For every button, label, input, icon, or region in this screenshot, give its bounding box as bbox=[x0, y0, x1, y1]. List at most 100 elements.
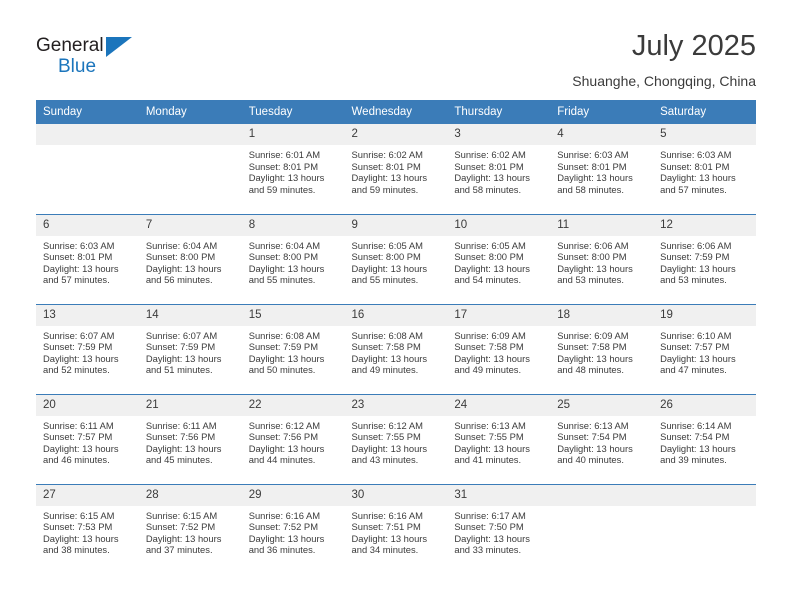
calendar-day-cell[interactable]: 28 Sunrise: 6:15 AM Sunset: 7:52 PM Dayligh… bbox=[138, 483, 242, 574]
daylight-text: Daylight: 13 hours and 57 minutes. bbox=[660, 172, 736, 195]
calendar-day-cell[interactable]: 23 Sunrise: 6:12 AM Sunset: 7:55 PM Dayligh… bbox=[344, 393, 448, 484]
calendar-day-cell[interactable]: 8 Sunrise: 6:04 AM Sunset: 8:00 PM Daylight… bbox=[241, 213, 345, 304]
day-details: Sunrise: 6:17 AM Sunset: 7:50 PM Daylight:… bbox=[447, 506, 550, 556]
calendar-day-cell[interactable]: 18 Sunrise: 6:09 AM Sunset: 7:58 PM Dayligh… bbox=[550, 303, 654, 394]
sunrise-text: Sunrise: 6:09 AM bbox=[557, 329, 629, 341]
daylight-text: Daylight: 13 hours and 36 minutes. bbox=[248, 532, 325, 556]
daylight-text: Daylight: 13 hours and 58 minutes. bbox=[557, 172, 633, 195]
calendar-day-cell[interactable]: 10 Sunrise: 6:05 AM Sunset: 8:00 PM Dayligh… bbox=[447, 213, 551, 304]
sunrise-text: Sunrise: 6:14 AM bbox=[660, 419, 732, 431]
calendar-day-cell[interactable]: 19 Sunrise: 6:10 AM Sunset: 7:57 PM Dayligh… bbox=[653, 303, 756, 394]
daylight-text: Daylight: 13 hours and 53 minutes. bbox=[660, 262, 736, 286]
sunset-text: Sunset: 8:00 PM bbox=[248, 251, 318, 263]
calendar-empty-cell bbox=[36, 124, 139, 214]
calendar-day-cell[interactable]: 24 Sunrise: 6:13 AM Sunset: 7:55 PM Dayligh… bbox=[447, 393, 551, 484]
daylight-text: Daylight: 13 hours and 59 minutes. bbox=[351, 172, 428, 195]
daylight-text: Daylight: 13 hours and 59 minutes. bbox=[248, 172, 325, 195]
calendar-day-cell[interactable]: 31 Sunrise: 6:17 AM Sunset: 7:50 PM Dayligh… bbox=[447, 483, 551, 574]
day-details: Sunrise: 6:04 AM Sunset: 8:00 PM Daylight:… bbox=[242, 236, 345, 286]
daylight-text: Daylight: 13 hours and 38 minutes. bbox=[43, 532, 119, 556]
calendar-week-row: 6 Sunrise: 6:03 AM Sunset: 8:01 PM Daylight… bbox=[36, 213, 756, 304]
calendar-empty-cell bbox=[550, 483, 654, 574]
calendar-empty-cell bbox=[138, 124, 242, 214]
day-number: 3 bbox=[447, 124, 551, 145]
calendar-week-row: 20 Sunrise: 6:11 AM Sunset: 7:57 PM Dayligh… bbox=[36, 393, 756, 484]
calendar-day-cell[interactable]: 9 Sunrise: 6:05 AM Sunset: 8:00 PM Daylight… bbox=[344, 213, 448, 304]
day-details: Sunrise: 6:11 AM Sunset: 7:57 PM Daylight:… bbox=[36, 416, 139, 466]
calendar-day-cell[interactable]: 12 Sunrise: 6:06 AM Sunset: 7:59 PM Dayligh… bbox=[653, 213, 756, 304]
daylight-text: Daylight: 13 hours and 46 minutes. bbox=[43, 442, 119, 466]
logo-text-blue: Blue bbox=[58, 56, 97, 77]
day-details: Sunrise: 6:10 AM Sunset: 7:57 PM Daylight:… bbox=[653, 326, 756, 376]
day-details: Sunrise: 6:05 AM Sunset: 8:00 PM Daylight:… bbox=[447, 236, 550, 286]
sunrise-text: Sunrise: 6:16 AM bbox=[248, 509, 321, 521]
day-number bbox=[550, 484, 654, 506]
calendar-day-cell[interactable]: 21 Sunrise: 6:11 AM Sunset: 7:56 PM Dayligh… bbox=[138, 393, 242, 484]
calendar-day-cell[interactable]: 16 Sunrise: 6:08 AM Sunset: 7:58 PM Dayligh… bbox=[344, 303, 448, 394]
calendar-day-cell[interactable]: 3 Sunrise: 6:02 AM Sunset: 8:01 PM Daylight… bbox=[447, 124, 551, 214]
sunset-text: Sunset: 8:00 PM bbox=[351, 251, 421, 263]
calendar-day-cell[interactable]: 13 Sunrise: 6:07 AM Sunset: 7:59 PM Dayligh… bbox=[36, 303, 139, 394]
day-number: 29 bbox=[241, 484, 345, 506]
day-number: 10 bbox=[447, 214, 551, 236]
page-subtitle: Shuanghe, Chongqing, China bbox=[572, 73, 756, 89]
calendar-day-cell[interactable]: 26 Sunrise: 6:14 AM Sunset: 7:54 PM Dayligh… bbox=[653, 393, 756, 484]
day-details: Sunrise: 6:09 AM Sunset: 7:58 PM Daylight:… bbox=[447, 326, 550, 376]
sunset-text: Sunset: 8:01 PM bbox=[43, 251, 113, 263]
sunset-text: Sunset: 7:50 PM bbox=[454, 521, 524, 533]
daylight-text: Daylight: 13 hours and 39 minutes. bbox=[660, 442, 736, 466]
calendar-day-cell[interactable]: 22 Sunrise: 6:12 AM Sunset: 7:56 PM Dayligh… bbox=[241, 393, 345, 484]
calendar-day-cell[interactable]: 6 Sunrise: 6:03 AM Sunset: 8:01 PM Daylight… bbox=[36, 213, 139, 304]
day-number: 15 bbox=[241, 304, 345, 326]
sunrise-text: Sunrise: 6:04 AM bbox=[248, 239, 321, 251]
sunset-text: Sunset: 7:52 PM bbox=[145, 521, 216, 533]
weekday-header-saturday: Saturday bbox=[653, 100, 756, 124]
sunrise-text: Sunrise: 6:09 AM bbox=[454, 329, 526, 341]
day-number: 2 bbox=[344, 124, 448, 145]
day-number bbox=[653, 484, 756, 506]
sunset-text: Sunset: 7:55 PM bbox=[454, 431, 524, 443]
sunset-text: Sunset: 8:00 PM bbox=[557, 251, 627, 263]
calendar-day-cell[interactable]: 17 Sunrise: 6:09 AM Sunset: 7:58 PM Dayligh… bbox=[447, 303, 551, 394]
calendar-day-cell[interactable]: 11 Sunrise: 6:06 AM Sunset: 8:00 PM Dayligh… bbox=[550, 213, 654, 304]
calendar-day-cell[interactable]: 2 Sunrise: 6:02 AM Sunset: 8:01 PM Daylight… bbox=[344, 124, 448, 214]
calendar-day-cell[interactable]: 1 Sunrise: 6:01 AM Sunset: 8:01 PM Daylight… bbox=[241, 124, 345, 214]
sunset-text: Sunset: 8:01 PM bbox=[454, 160, 524, 172]
day-details: Sunrise: 6:02 AM Sunset: 8:01 PM Daylight:… bbox=[345, 145, 448, 195]
sunset-text: Sunset: 8:01 PM bbox=[660, 160, 730, 172]
calendar-page: General Blue July 2025 Shuanghe, Chongqi… bbox=[0, 28, 792, 612]
calendar-week-row: 27 Sunrise: 6:15 AM Sunset: 7:53 PM Dayligh… bbox=[36, 483, 756, 574]
calendar-day-cell[interactable]: 14 Sunrise: 6:07 AM Sunset: 7:59 PM Dayligh… bbox=[138, 303, 242, 394]
calendar-day-cell[interactable]: 25 Sunrise: 6:13 AM Sunset: 7:54 PM Dayligh… bbox=[550, 393, 654, 484]
calendar-week-row: 1 Sunrise: 6:01 AM Sunset: 8:01 PM Daylight… bbox=[36, 124, 756, 214]
calendar-day-cell[interactable]: 15 Sunrise: 6:08 AM Sunset: 7:59 PM Dayligh… bbox=[241, 303, 345, 394]
sunrise-text: Sunrise: 6:13 AM bbox=[557, 419, 629, 431]
sunrise-text: Sunrise: 6:01 AM bbox=[248, 149, 321, 160]
calendar-day-cell[interactable]: 27 Sunrise: 6:15 AM Sunset: 7:53 PM Dayligh… bbox=[36, 483, 139, 574]
day-details: Sunrise: 6:12 AM Sunset: 7:55 PM Daylight:… bbox=[345, 416, 448, 466]
calendar-day-cell[interactable]: 30 Sunrise: 6:16 AM Sunset: 7:51 PM Dayligh… bbox=[344, 483, 448, 574]
calendar-day-cell[interactable]: 7 Sunrise: 6:04 AM Sunset: 8:00 PM Daylight… bbox=[138, 213, 242, 304]
sunset-text: Sunset: 7:54 PM bbox=[557, 431, 627, 443]
day-details: Sunrise: 6:08 AM Sunset: 7:58 PM Daylight:… bbox=[345, 326, 448, 376]
calendar-day-cell[interactable]: 5 Sunrise: 6:03 AM Sunset: 8:01 PM Daylight… bbox=[653, 124, 756, 214]
daylight-text: Daylight: 13 hours and 33 minutes. bbox=[454, 532, 530, 556]
general-blue-logo[interactable]: General Blue bbox=[36, 36, 156, 86]
weekday-header-tuesday: Tuesday bbox=[241, 100, 345, 124]
calendar-day-cell[interactable]: 20 Sunrise: 6:11 AM Sunset: 7:57 PM Dayligh… bbox=[36, 393, 139, 484]
day-details: Sunrise: 6:07 AM Sunset: 7:59 PM Daylight:… bbox=[36, 326, 139, 376]
sunrise-text: Sunrise: 6:08 AM bbox=[248, 329, 321, 341]
sunset-text: Sunset: 8:01 PM bbox=[248, 160, 318, 172]
day-number: 30 bbox=[344, 484, 448, 506]
weekday-header-friday: Friday bbox=[550, 100, 654, 124]
day-details: Sunrise: 6:16 AM Sunset: 7:52 PM Daylight:… bbox=[242, 506, 345, 556]
calendar-day-cell[interactable]: 29 Sunrise: 6:16 AM Sunset: 7:52 PM Dayligh… bbox=[241, 483, 345, 574]
day-details: Sunrise: 6:06 AM Sunset: 8:00 PM Daylight:… bbox=[550, 236, 653, 286]
day-number: 6 bbox=[36, 214, 139, 236]
daylight-text: Daylight: 13 hours and 41 minutes. bbox=[454, 442, 530, 466]
day-number: 16 bbox=[344, 304, 448, 326]
day-details: Sunrise: 6:12 AM Sunset: 7:56 PM Daylight:… bbox=[242, 416, 345, 466]
sunset-text: Sunset: 7:56 PM bbox=[145, 431, 216, 443]
day-number: 4 bbox=[550, 124, 654, 145]
calendar-day-cell[interactable]: 4 Sunrise: 6:03 AM Sunset: 8:01 PM Daylight… bbox=[550, 124, 654, 214]
